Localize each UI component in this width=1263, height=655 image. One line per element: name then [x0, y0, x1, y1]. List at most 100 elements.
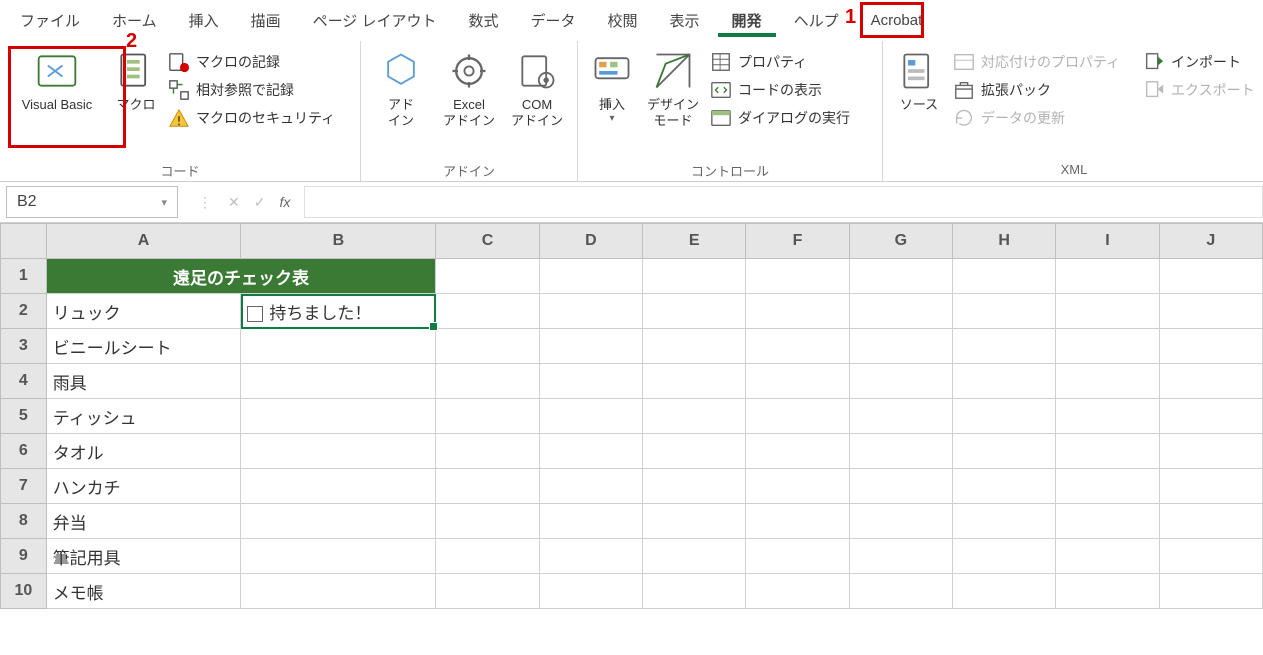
col-header-A[interactable]: A	[46, 224, 241, 259]
cell-G3[interactable]	[849, 329, 952, 364]
more-icon[interactable]: ⋮	[198, 194, 214, 211]
cell-J6[interactable]	[1159, 434, 1262, 469]
cell-B7[interactable]	[241, 469, 436, 504]
cell-I7[interactable]	[1056, 469, 1159, 504]
row-header-9[interactable]: 9	[1, 539, 47, 574]
cell-F5[interactable]	[746, 399, 849, 434]
cell-H2[interactable]	[953, 294, 1056, 329]
cell-title[interactable]: 遠足のチェック表	[46, 259, 436, 294]
cell-G9[interactable]	[849, 539, 952, 574]
tab-review[interactable]: 校閲	[594, 4, 652, 37]
cell-F8[interactable]	[746, 504, 849, 539]
cell-C9[interactable]	[436, 539, 539, 574]
cell-F6[interactable]	[746, 434, 849, 469]
cell-I3[interactable]	[1056, 329, 1159, 364]
cell-J10[interactable]	[1159, 574, 1262, 609]
cell-I8[interactable]	[1056, 504, 1159, 539]
cell-D3[interactable]	[539, 329, 642, 364]
cell-D10[interactable]	[539, 574, 642, 609]
cell-G10[interactable]	[849, 574, 952, 609]
import-button[interactable]: インポート	[1139, 49, 1259, 75]
row-header-4[interactable]: 4	[1, 364, 47, 399]
com-addins-button[interactable]: COM アドイン	[503, 45, 571, 159]
cell-F3[interactable]	[746, 329, 849, 364]
cell-F10[interactable]	[746, 574, 849, 609]
name-box[interactable]: B2 ▾	[6, 186, 178, 218]
cell-C1[interactable]	[436, 259, 539, 294]
col-header-D[interactable]: D	[539, 224, 642, 259]
row-header-5[interactable]: 5	[1, 399, 47, 434]
cell-A4[interactable]: 雨具	[46, 364, 241, 399]
cell-J5[interactable]	[1159, 399, 1262, 434]
cell-A2[interactable]: リュック	[46, 294, 241, 329]
tab-acrobat[interactable]: Acrobat	[857, 6, 937, 35]
cell-E6[interactable]	[643, 434, 746, 469]
row-header-6[interactable]: 6	[1, 434, 47, 469]
cell-A8[interactable]: 弁当	[46, 504, 241, 539]
tab-developer[interactable]: 開発	[718, 4, 776, 37]
cell-A7[interactable]: ハンカチ	[46, 469, 241, 504]
cancel-icon[interactable]: ✕	[228, 194, 240, 211]
worksheet-grid[interactable]: ABCDEFGHIJ1遠足のチェック表2リュック持ちました！3ビニールシート4雨…	[0, 223, 1263, 609]
cell-G7[interactable]	[849, 469, 952, 504]
cell-E4[interactable]	[643, 364, 746, 399]
export-button[interactable]: エクスポート	[1139, 77, 1259, 103]
row-header-3[interactable]: 3	[1, 329, 47, 364]
col-header-J[interactable]: J	[1159, 224, 1262, 259]
tab-draw[interactable]: 描画	[237, 4, 295, 37]
cell-A5[interactable]: ティッシュ	[46, 399, 241, 434]
cell-G6[interactable]	[849, 434, 952, 469]
cell-B5[interactable]	[241, 399, 436, 434]
tab-file[interactable]: ファイル	[6, 4, 94, 37]
accept-icon[interactable]: ✓	[254, 194, 266, 211]
cell-D4[interactable]	[539, 364, 642, 399]
col-header-G[interactable]: G	[849, 224, 952, 259]
cell-H1[interactable]	[953, 259, 1056, 294]
cell-E2[interactable]	[643, 294, 746, 329]
cell-D5[interactable]	[539, 399, 642, 434]
col-header-B[interactable]: B	[241, 224, 436, 259]
view-code-button[interactable]: コードの表示	[706, 77, 876, 103]
row-header-7[interactable]: 7	[1, 469, 47, 504]
cell-J9[interactable]	[1159, 539, 1262, 574]
tab-data[interactable]: データ	[517, 4, 590, 37]
tab-insert[interactable]: 挿入	[175, 4, 233, 37]
cell-B4[interactable]	[241, 364, 436, 399]
cell-H8[interactable]	[953, 504, 1056, 539]
cell-G5[interactable]	[849, 399, 952, 434]
col-header-C[interactable]: C	[436, 224, 539, 259]
cell-C8[interactable]	[436, 504, 539, 539]
xml-source-button[interactable]: ソース	[889, 45, 949, 159]
tab-view[interactable]: 表示	[656, 4, 714, 37]
cell-I9[interactable]	[1056, 539, 1159, 574]
row-header-8[interactable]: 8	[1, 504, 47, 539]
cell-J3[interactable]	[1159, 329, 1262, 364]
col-header-E[interactable]: E	[643, 224, 746, 259]
cell-E5[interactable]	[643, 399, 746, 434]
cell-D2[interactable]	[539, 294, 642, 329]
cell-H10[interactable]	[953, 574, 1056, 609]
cell-G8[interactable]	[849, 504, 952, 539]
col-header-I[interactable]: I	[1056, 224, 1159, 259]
cell-H7[interactable]	[953, 469, 1056, 504]
cell-B2[interactable]: 持ちました！	[241, 294, 436, 329]
macro-button[interactable]: マクロ	[108, 45, 164, 159]
cell-A9[interactable]: 筆記用具	[46, 539, 241, 574]
cell-J7[interactable]	[1159, 469, 1262, 504]
excel-addins-button[interactable]: Excel アドイン	[435, 45, 503, 159]
cell-G1[interactable]	[849, 259, 952, 294]
cell-E10[interactable]	[643, 574, 746, 609]
cell-D6[interactable]	[539, 434, 642, 469]
cell-G2[interactable]	[849, 294, 952, 329]
cell-B10[interactable]	[241, 574, 436, 609]
cell-I1[interactable]	[1056, 259, 1159, 294]
addins-button[interactable]: アド イン	[367, 45, 435, 159]
cell-E7[interactable]	[643, 469, 746, 504]
cell-E3[interactable]	[643, 329, 746, 364]
cell-H9[interactable]	[953, 539, 1056, 574]
checkbox-control[interactable]	[247, 306, 263, 322]
cell-H6[interactable]	[953, 434, 1056, 469]
record-macro-button[interactable]: マクロの記録	[164, 49, 354, 75]
macro-security-button[interactable]: マクロのセキュリティ	[164, 105, 354, 131]
design-mode-button[interactable]: デザイン モード	[640, 45, 706, 159]
